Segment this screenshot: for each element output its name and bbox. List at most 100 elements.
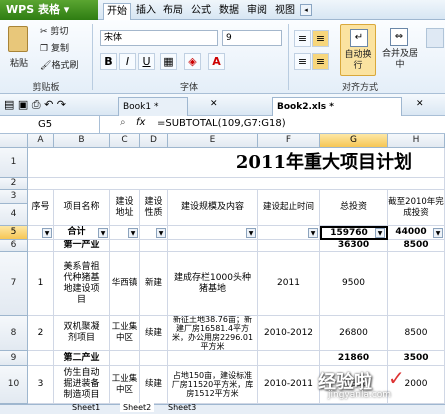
filter-dropdown-icon[interactable]: ▼: [98, 227, 108, 238]
row-header[interactable]: 4: [0, 204, 28, 226]
category-label[interactable]: 第二产业: [54, 351, 110, 366]
column-header[interactable]: A: [28, 134, 54, 148]
column-header[interactable]: B: [54, 134, 110, 148]
table-cell[interactable]: 9500: [320, 252, 388, 316]
table-cell[interactable]: 双机聚凝剂项目: [54, 316, 110, 351]
column-header[interactable]: C: [110, 134, 140, 148]
header-cell[interactable]: 总投资: [320, 190, 388, 226]
filter-dropdown-icon[interactable]: ▼: [42, 227, 52, 238]
table-cell[interactable]: 2010-2011: [258, 366, 320, 404]
table-cell[interactable]: 仿生自动掘进装备制造项目: [54, 366, 110, 404]
table-cell[interactable]: [168, 351, 258, 366]
table-cell[interactable]: 美系曾祖代种猪基地建设项目: [54, 252, 110, 316]
active-cell[interactable]: 159760 ▼: [320, 226, 388, 240]
filter-cell[interactable]: 合计 ▼: [54, 226, 110, 240]
sheet-tab-active[interactable]: Sheet2: [120, 403, 155, 412]
header-cell[interactable]: 项目名称: [54, 190, 110, 226]
table-cell[interactable]: 占地150亩，建设标准厂房11520平方米，库房1512平方米: [168, 366, 258, 404]
sheet-title[interactable]: 2011年重大项目计划: [28, 148, 445, 178]
font-name-select[interactable]: 宋体: [100, 30, 218, 46]
table-cell[interactable]: [110, 351, 140, 366]
filter-dropdown-icon[interactable]: ▼: [156, 227, 166, 238]
collapse-ribbon-icon[interactable]: ◂: [300, 4, 312, 16]
formula-input[interactable]: =SUBTOTAL(109,G7:G18): [157, 118, 286, 129]
table-cell[interactable]: 21860: [320, 351, 388, 366]
search-icon[interactable]: ⌕: [120, 117, 126, 128]
table-cell[interactable]: 工业集中区: [110, 366, 140, 404]
column-header[interactable]: H: [388, 134, 445, 148]
table-cell[interactable]: [110, 240, 140, 252]
filter-cell[interactable]: ▼: [110, 226, 140, 240]
sheet-tab[interactable]: Sheet1: [72, 403, 100, 412]
row-header[interactable]: 7: [0, 252, 28, 316]
table-cell[interactable]: 3: [28, 366, 54, 404]
filter-dropdown-icon[interactable]: ▼: [433, 227, 443, 238]
row-header[interactable]: 9: [0, 351, 28, 366]
tab-formula[interactable]: 公式: [188, 3, 214, 20]
tab-insert[interactable]: 插入: [133, 3, 159, 20]
table-cell[interactable]: 8500: [388, 240, 445, 252]
table-cell[interactable]: 2: [28, 316, 54, 351]
table-cell[interactable]: [388, 252, 445, 316]
align-middle-icon[interactable]: ≡: [312, 30, 329, 47]
header-cell[interactable]: 建设地址: [110, 190, 140, 226]
table-cell[interactable]: 建成存栏1000头种猪基地: [168, 252, 258, 316]
wrap-text-button[interactable]: ↵ 自动换行: [340, 24, 376, 76]
tab-layout[interactable]: 布局: [160, 3, 186, 20]
table-cell[interactable]: 2010-2012: [258, 316, 320, 351]
table-cell[interactable]: 3500: [388, 351, 445, 366]
header-cell[interactable]: 序号: [28, 190, 54, 226]
table-cell[interactable]: [258, 351, 320, 366]
row-header[interactable]: 8: [0, 316, 28, 351]
filter-cell[interactable]: 44000 ▼: [388, 226, 445, 240]
table-cell[interactable]: [140, 351, 168, 366]
row-header[interactable]: 3: [0, 190, 28, 204]
header-cell[interactable]: 建设起止时间: [258, 190, 320, 226]
row-header[interactable]: 10: [0, 366, 28, 404]
table-cell[interactable]: 新征土地38.76亩；新建厂房16581.4平方米，办公用房2296.01平方米: [168, 316, 258, 351]
filter-dropdown-icon[interactable]: ▼: [308, 227, 318, 238]
filter-dropdown-icon[interactable]: ▼: [128, 227, 138, 238]
filter-cell[interactable]: ▼: [28, 226, 54, 240]
fill-color-icon[interactable]: ◈: [184, 53, 201, 70]
paste-button[interactable]: 粘贴: [6, 24, 32, 72]
table-cell[interactable]: 8500: [388, 316, 445, 351]
font-size-select[interactable]: 9: [222, 30, 282, 46]
tab-start[interactable]: 开始: [103, 3, 131, 20]
align-center-icon[interactable]: ≡: [312, 53, 329, 70]
more-icon[interactable]: [426, 28, 444, 48]
borders-icon[interactable]: ▦: [160, 53, 177, 70]
filter-dropdown-icon[interactable]: ▼: [246, 227, 256, 238]
header-cell[interactable]: 截至2010年完成投资: [388, 190, 445, 226]
row-header[interactable]: 1: [0, 148, 28, 178]
empty-row[interactable]: [28, 178, 445, 190]
italic-button[interactable]: I: [119, 53, 136, 70]
filter-cell[interactable]: ▼: [140, 226, 168, 240]
doc-tab-book2[interactable]: Book2.xls *: [272, 97, 402, 116]
align-top-icon[interactable]: ≡: [294, 30, 311, 47]
row-header[interactable]: 2: [0, 178, 28, 190]
table-cell[interactable]: 续建: [140, 366, 168, 404]
table-cell[interactable]: 华西镇: [110, 252, 140, 316]
close-icon[interactable]: ✕: [416, 99, 424, 109]
table-cell[interactable]: 新建: [140, 252, 168, 316]
row-header-selected[interactable]: 5: [0, 226, 28, 240]
fx-button[interactable]: fx: [136, 117, 145, 128]
close-icon[interactable]: ✕: [210, 99, 218, 109]
table-cell[interactable]: 36300: [320, 240, 388, 252]
table-cell[interactable]: [28, 240, 54, 252]
cut-button[interactable]: ✂ 剪切: [40, 24, 68, 37]
filter-cell[interactable]: ▼: [258, 226, 320, 240]
name-box[interactable]: G5: [0, 116, 100, 133]
bold-button[interactable]: B: [100, 53, 117, 70]
table-cell[interactable]: 工业集中区: [110, 316, 140, 351]
table-cell[interactable]: [140, 240, 168, 252]
merge-center-button[interactable]: ⇔ 合并及居中: [380, 24, 420, 76]
align-left-icon[interactable]: ≡: [294, 53, 311, 70]
underline-button[interactable]: U: [138, 53, 155, 70]
table-cell[interactable]: [258, 240, 320, 252]
column-header[interactable]: F: [258, 134, 320, 148]
app-menu-button[interactable]: WPS 表格 ▾: [0, 0, 98, 20]
column-header[interactable]: D: [140, 134, 168, 148]
table-cell[interactable]: [28, 351, 54, 366]
